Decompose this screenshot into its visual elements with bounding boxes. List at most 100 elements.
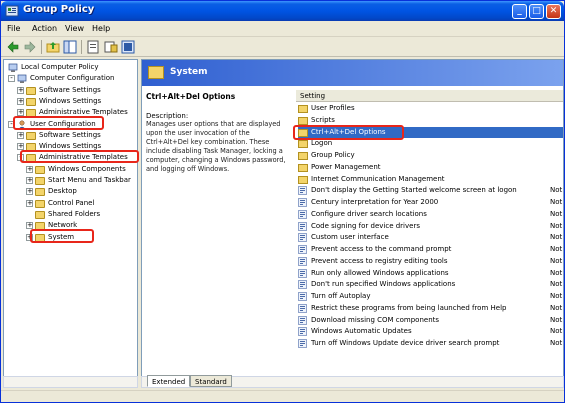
minimize-button[interactable]: _ <box>512 4 527 19</box>
setting-folder-row[interactable]: Power Management <box>298 162 563 173</box>
policy-setting-row[interactable]: Don't run specified Windows applications… <box>298 279 563 290</box>
policy-setting-icon <box>298 327 307 337</box>
tree-item[interactable]: - Administrative Templates <box>4 152 137 163</box>
policy-setting-row[interactable]: Prevent access to the command prompt Not <box>298 244 563 255</box>
show-hide-tree-icon[interactable] <box>63 40 77 54</box>
tree-item[interactable]: + Software Settings <box>4 85 137 96</box>
tree-horizontal-scrollbar[interactable] <box>3 376 138 388</box>
expand-icon[interactable]: + <box>26 165 33 173</box>
properties-icon[interactable] <box>104 40 118 54</box>
tree-item-label: Software Settings <box>39 130 101 139</box>
policy-setting-row[interactable]: Don't display the Getting Started welcom… <box>298 185 563 196</box>
menu-help[interactable]: Help <box>92 24 110 33</box>
description-heading: Ctrl+Alt+Del Options <box>146 92 236 101</box>
tree-item[interactable]: - Computer Configuration <box>4 73 137 84</box>
folder-icon <box>26 131 36 140</box>
tree-item[interactable]: + System <box>4 232 137 243</box>
tree-item[interactable]: Local Computer Policy <box>4 62 137 73</box>
policy-setting-row[interactable]: Turn off Autoplay Not <box>298 291 563 302</box>
setting-label: Ctrl+Alt+Del Options <box>311 127 386 136</box>
back-arrow-icon[interactable] <box>6 40 20 54</box>
tree-item[interactable]: Shared Folders <box>4 209 137 220</box>
tree-item[interactable]: + Windows Settings <box>4 96 137 107</box>
setting-label: Power Management <box>311 162 381 171</box>
menu-action[interactable]: Action <box>32 24 57 33</box>
expand-icon[interactable]: + <box>26 222 33 230</box>
tab-extended[interactable]: Extended <box>147 375 191 387</box>
title-bar[interactable]: Group Policy _ □ ✕ <box>1 1 564 21</box>
policy-setting-icon <box>298 303 307 313</box>
tree-item-label: Desktop <box>48 187 77 196</box>
policy-setting-icon <box>298 245 307 254</box>
folder-icon <box>35 177 45 185</box>
policy-setting-row[interactable]: Custom user interface Not <box>298 232 563 243</box>
expand-icon[interactable]: + <box>17 131 24 139</box>
policy-setting-row[interactable]: Restrict these programs from being launc… <box>298 303 563 314</box>
tree-item-label: Control Panel <box>48 198 95 207</box>
policy-setting-row[interactable]: Run only allowed Windows applications Not <box>298 268 563 279</box>
policy-setting-icon <box>298 256 307 266</box>
setting-state: Not <box>550 198 563 206</box>
description-pane: Ctrl+Alt+Del Options Description: Manage… <box>146 92 294 173</box>
tree-item-label: Network <box>48 221 78 230</box>
setting-folder-row[interactable]: Scripts <box>298 115 563 126</box>
export-list-icon[interactable] <box>86 40 100 54</box>
forward-arrow-icon[interactable] <box>23 40 37 54</box>
tree-item[interactable]: + Windows Settings <box>4 141 137 152</box>
expand-icon[interactable]: + <box>17 143 24 151</box>
policy-setting-icon <box>298 198 307 207</box>
policy-setting-row[interactable]: Turn off Windows Update device driver se… <box>298 338 563 349</box>
tree-item[interactable]: + Control Panel <box>4 198 137 209</box>
close-button[interactable]: ✕ <box>546 4 561 19</box>
expand-icon[interactable]: + <box>26 233 33 241</box>
collapse-icon[interactable]: - <box>8 120 15 128</box>
folder-icon <box>26 154 36 163</box>
setting-column-header[interactable]: Setting <box>296 90 563 102</box>
expand-icon[interactable]: + <box>17 109 24 117</box>
policy-setting-row[interactable]: Prevent access to registry editing tools… <box>298 256 563 267</box>
tree-item-label: System <box>48 232 75 241</box>
menu-file[interactable]: File <box>7 24 20 33</box>
policy-setting-icon <box>298 339 307 348</box>
collapse-icon[interactable]: - <box>8 75 15 83</box>
expand-icon[interactable]: + <box>17 97 24 105</box>
tree-item[interactable]: + Network <box>4 220 137 231</box>
setting-folder-row[interactable]: Ctrl+Alt+Del Options <box>298 126 563 138</box>
menu-view[interactable]: View <box>65 24 84 33</box>
setting-folder-row[interactable]: Group Policy <box>298 150 563 161</box>
header-title: System <box>170 67 208 77</box>
policy-setting-row[interactable]: Download missing COM components Not <box>298 315 563 326</box>
setting-folder-row[interactable]: User Profiles <box>298 103 563 114</box>
tree-item[interactable]: + Windows Components <box>4 164 137 175</box>
expand-icon[interactable]: + <box>26 188 33 196</box>
window-title: Group Policy <box>23 4 95 15</box>
tree-item[interactable]: + Software Settings <box>4 130 137 141</box>
help-icon[interactable] <box>121 40 135 54</box>
setting-folder-row[interactable]: Internet Communication Management <box>298 174 563 185</box>
tree-item-label: Computer Configuration <box>30 74 115 83</box>
folder-icon <box>35 222 45 231</box>
setting-folder-row[interactable]: Logon <box>298 138 563 149</box>
setting-state: Not <box>550 245 563 253</box>
collapse-icon[interactable]: - <box>17 154 24 162</box>
tree-item[interactable]: + Start Menu and Taskbar <box>4 175 137 186</box>
setting-label: Don't display the Getting Started welcom… <box>311 186 517 195</box>
expand-icon[interactable]: + <box>26 177 33 184</box>
folder-icon <box>298 152 308 160</box>
up-folder-icon[interactable] <box>46 40 60 54</box>
setting-label: Scripts <box>311 115 335 124</box>
tree-item[interactable]: - User Configuration <box>4 119 137 130</box>
policy-setting-row[interactable]: Configure driver search locations Not <box>298 209 563 220</box>
tree-item[interactable]: + Administrative Templates <box>4 107 137 118</box>
maximize-button[interactable]: □ <box>529 4 544 19</box>
tab-standard[interactable]: Standard <box>190 375 232 387</box>
setting-label: User Profiles <box>311 104 355 112</box>
tree-item[interactable]: + Desktop <box>4 186 137 197</box>
policy-setting-row[interactable]: Code signing for device drivers Not <box>298 221 563 232</box>
policy-setting-icon <box>298 268 307 278</box>
policy-setting-row[interactable]: Century interpretation for Year 2000 Not <box>298 197 563 208</box>
expand-icon[interactable]: + <box>17 86 24 94</box>
policy-setting-row[interactable]: Windows Automatic Updates Not <box>298 326 563 337</box>
expand-icon[interactable]: + <box>26 199 33 207</box>
setting-label: Group Policy <box>311 151 355 159</box>
